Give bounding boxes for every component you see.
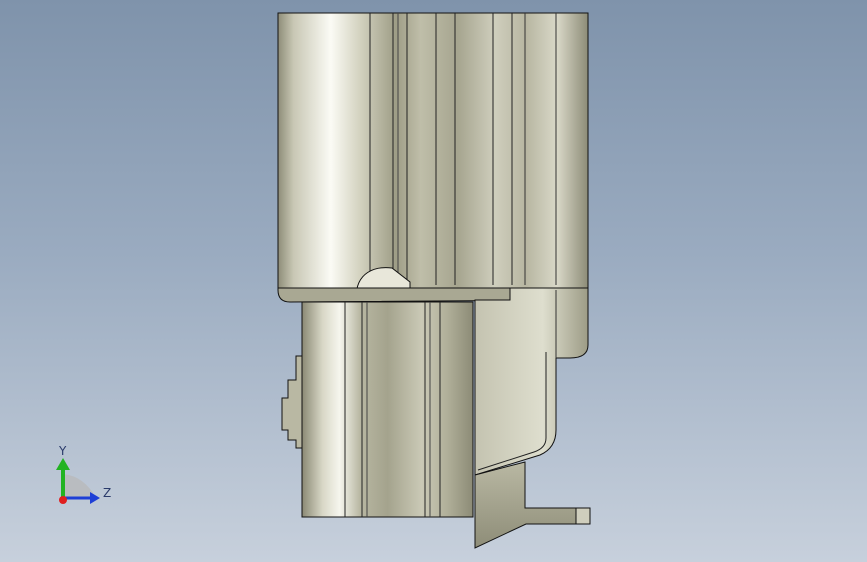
orientation-triad[interactable]: Y Z bbox=[56, 444, 111, 504]
lower-body bbox=[301, 301, 474, 518]
bottom-tab bbox=[474, 461, 591, 549]
upper-body bbox=[277, 12, 589, 303]
left-latch bbox=[281, 355, 303, 449]
side-flange bbox=[474, 287, 589, 476]
triad-x-axis-dot bbox=[59, 496, 67, 504]
triad-y-label: Y bbox=[58, 444, 67, 458]
model-view[interactable]: Y Z bbox=[0, 0, 867, 562]
triad-z-label: Z bbox=[103, 486, 111, 500]
graphics-viewport[interactable]: Y Z bbox=[0, 0, 867, 562]
